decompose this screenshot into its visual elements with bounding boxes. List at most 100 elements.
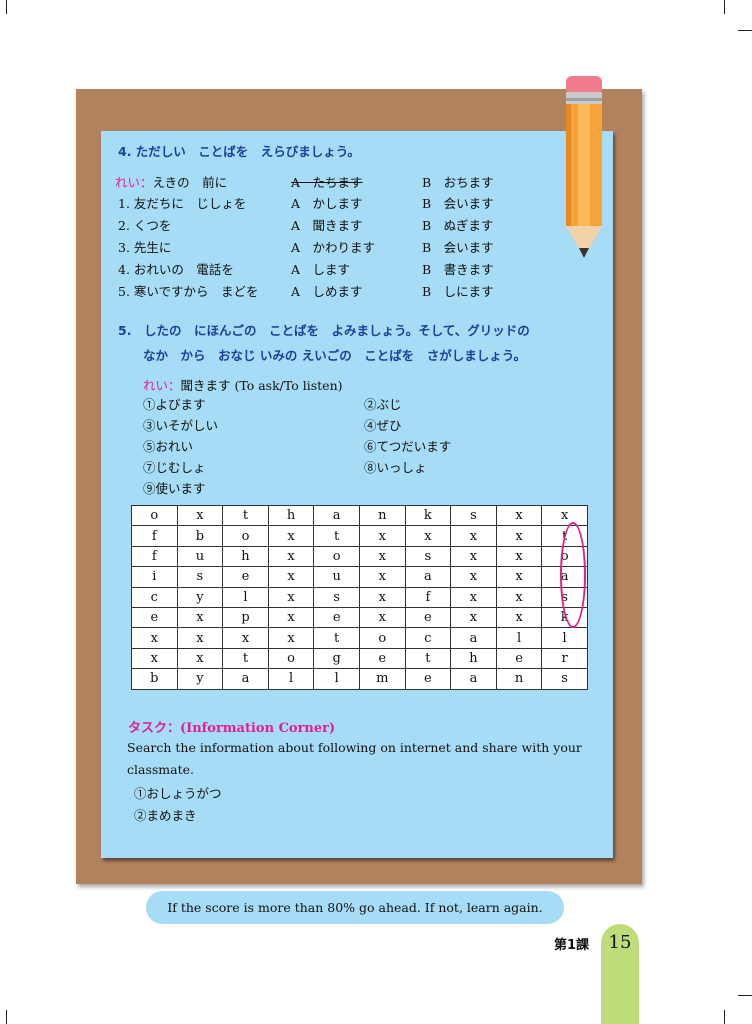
grid-row: xxtogether xyxy=(131,647,588,670)
option-a: A 聞きます xyxy=(291,218,363,233)
word-search-grid: oxthanksxxfboxtxxxxtfuhxoxsxxoisexuxaxxa… xyxy=(131,504,588,690)
grid-cell: e xyxy=(222,566,269,588)
grid-row: isexuxaxxa xyxy=(131,566,588,588)
grid-cell: e xyxy=(358,647,406,670)
grid-cell: o xyxy=(222,525,269,547)
grid-cell: x xyxy=(495,525,543,547)
word-item: ②ぶじ xyxy=(364,397,402,412)
grid-cell: e xyxy=(404,606,452,629)
option-b: B 会います xyxy=(422,240,494,255)
grid-row: xxxxtocall xyxy=(131,627,588,649)
grid-cell: x xyxy=(176,504,224,527)
section5-heading-line1: 5. したの にほんごの ことばを よみましょう。そして、グリッドの xyxy=(118,323,530,338)
section5-example-label: れい： xyxy=(143,378,181,393)
grid-cell: x xyxy=(450,525,497,547)
grid-cell: x xyxy=(495,586,543,608)
option-b: B 会います xyxy=(422,196,494,211)
grid-cell: e xyxy=(313,606,360,629)
grid-cell: e xyxy=(495,647,543,670)
word-item: ①よびます xyxy=(143,397,206,412)
word-item: ⑤おれい xyxy=(143,439,194,454)
grid-cell: t xyxy=(222,647,269,670)
grid-cell: g xyxy=(313,647,360,670)
grid-cell: p xyxy=(222,606,269,629)
grid-cell: e xyxy=(131,606,178,629)
grid-cell: u xyxy=(176,545,224,568)
word-item: ⑨使います xyxy=(143,481,206,496)
grid-cell: x xyxy=(495,606,543,629)
grid-cell: x xyxy=(404,525,452,547)
grid-cell: s xyxy=(450,504,497,527)
question-text: 5. 寒いですから まどを xyxy=(118,284,259,299)
grid-cell: a xyxy=(404,566,452,588)
grid-cell: l xyxy=(267,668,315,690)
grid-cell: x xyxy=(131,647,178,670)
grid-cell: f xyxy=(404,586,452,608)
task-item: ①おしょうがつ xyxy=(134,786,222,801)
grid-cell: t xyxy=(404,647,452,670)
grid-cell: x xyxy=(358,566,406,588)
task-title: タスク：(Information Corner) xyxy=(128,721,336,736)
grid-cell: x xyxy=(131,627,178,649)
option-a: A かします xyxy=(291,196,363,211)
section5-example: れい：聞きます (To ask/To listen) xyxy=(143,375,343,394)
pencil-icon xyxy=(566,76,602,258)
grid-cell: x xyxy=(450,545,497,568)
section5-example-text: 聞きます (To ask/To listen) xyxy=(180,378,343,393)
grid-cell: o xyxy=(358,627,406,649)
word-item: ⑦じむしょ xyxy=(143,460,206,475)
grid-cell: h xyxy=(222,545,269,568)
grid-row: cylxsxfxxs xyxy=(131,586,588,608)
grid-cell: i xyxy=(131,566,178,588)
grid-cell: x xyxy=(176,606,224,629)
grid-cell: a xyxy=(222,668,269,690)
grid-row: fboxtxxxxt xyxy=(131,525,588,547)
grid-cell: k xyxy=(404,504,452,527)
grid-cell: x xyxy=(267,586,315,608)
section4-heading: 4. ただしい ことばを えらびましょう。 xyxy=(118,144,361,159)
grid-cell: a xyxy=(450,668,497,690)
option-a: A しめます xyxy=(291,284,363,299)
question-text: 2. くつを xyxy=(118,218,172,233)
crop-mark xyxy=(738,30,752,31)
grid-cell: f xyxy=(131,525,178,547)
score-note: If the score is more than 80% go ahead. … xyxy=(146,891,564,924)
grid-cell: t xyxy=(313,627,360,649)
word-item: ③いそがしい xyxy=(143,418,219,433)
section5-heading-line2: なか から おなじ いみの えいごの ことばを さがしましょう。 xyxy=(143,348,526,363)
grid-cell: a xyxy=(313,504,360,527)
grid-cell: x xyxy=(358,525,406,547)
grid-cell: x xyxy=(450,566,497,588)
grid-cell: y xyxy=(176,586,224,608)
grid-cell: n xyxy=(358,504,406,527)
grid-cell: x xyxy=(267,545,315,568)
grid-cell: l xyxy=(495,627,543,649)
answer-oval xyxy=(560,522,586,628)
task-line2: classmate. xyxy=(127,762,194,777)
grid-cell: m xyxy=(358,668,406,690)
crop-mark xyxy=(6,1010,7,1024)
grid-cell: u xyxy=(313,566,360,588)
grid-cell: l xyxy=(541,627,588,649)
crop-mark xyxy=(738,995,752,996)
page-number: 15 xyxy=(608,932,632,953)
grid-row: byallmeans xyxy=(131,668,588,690)
grid-row: fuhxoxsxxo xyxy=(131,545,588,568)
grid-cell: b xyxy=(131,668,178,690)
grid-cell: c xyxy=(404,627,452,649)
grid-cell: n xyxy=(495,668,543,690)
grid-cell: r xyxy=(541,647,588,670)
grid-cell: x xyxy=(176,627,224,649)
grid-cell: h xyxy=(450,647,497,670)
word-item: ④ぜひ xyxy=(364,418,402,433)
grid-cell: s xyxy=(541,668,588,690)
grid-cell: x xyxy=(267,606,315,629)
grid-cell: a xyxy=(450,627,497,649)
grid-cell: h xyxy=(267,504,315,527)
grid-cell: y xyxy=(176,668,224,690)
question-text: 1. 友だちに じしょを xyxy=(118,196,247,211)
crop-mark xyxy=(724,1010,725,1024)
grid-cell: x xyxy=(267,525,315,547)
option-a: A かわります xyxy=(291,240,376,255)
task-line1: Search the information about following o… xyxy=(127,740,582,755)
